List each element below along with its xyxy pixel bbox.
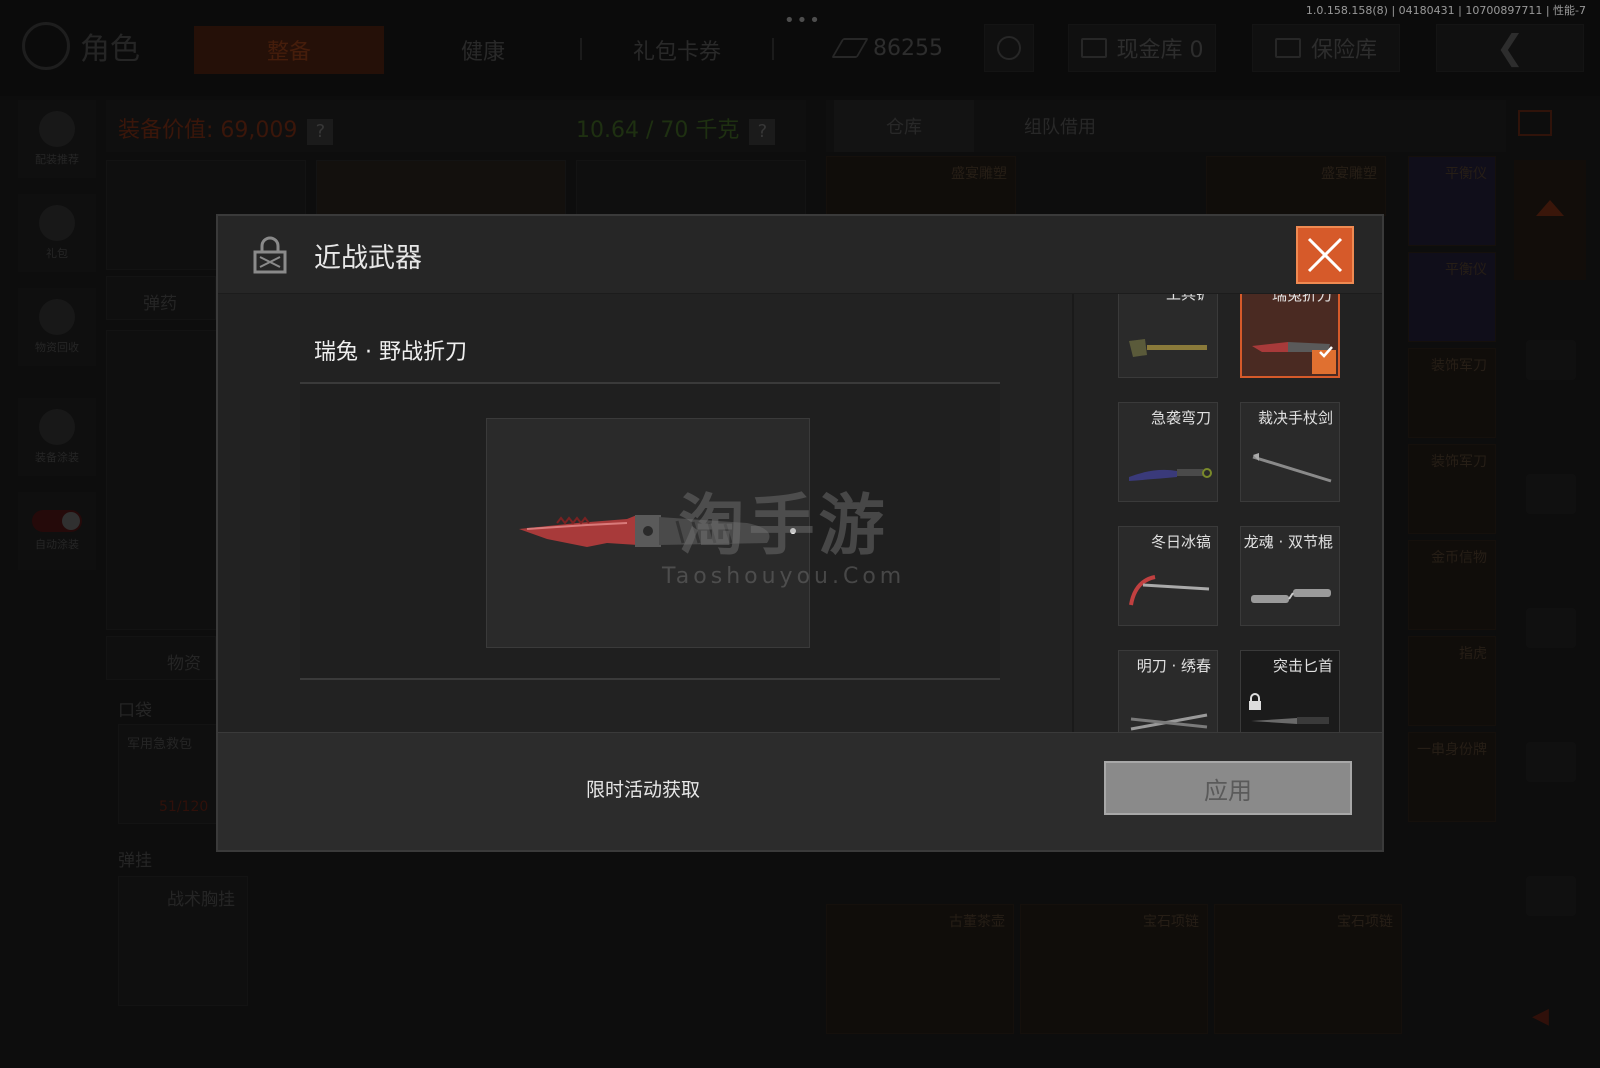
weapon-name: 裁决手杖剑 (1257, 409, 1333, 427)
weapon-cell-raid-machete[interactable]: 急袭弯刀 (1118, 402, 1218, 502)
close-button[interactable] (1296, 226, 1354, 284)
preview-area: 瑞兔 · 野战折刀 淘手游 Taoshouyou.Com (218, 294, 1072, 732)
weapon-cell-shovel[interactable]: 工兵铲 (1118, 294, 1218, 378)
watermark-cn: 淘手游 (678, 487, 889, 564)
watermark-en: Taoshouyou.Com (662, 564, 906, 589)
weapon-name: 工兵铲 (1165, 294, 1211, 303)
twin-blades-icon (1130, 713, 1208, 731)
weapon-name: 瑞兔折刀 (1271, 294, 1332, 304)
weapon-cell-winter-ice-axe[interactable]: 冬日冰镐 (1118, 526, 1218, 626)
modal-title: 近战武器 (314, 243, 422, 274)
weapon-name: 急袭弯刀 (1150, 409, 1211, 427)
selected-item-name: 瑞兔 · 野战折刀 (314, 340, 467, 365)
shovel-icon (1129, 339, 1207, 357)
ice-axe-icon (1129, 575, 1210, 606)
machete-icon (1129, 468, 1212, 481)
weapon-name: 明刀 · 绣春 (1136, 657, 1211, 675)
modal-footer: 限时活动获取 应用 (218, 732, 1382, 850)
weapon-grid: 工兵铲 瑞兔折刀 急袭弯刀 裁决手杖剑 冬日冰镐 龙魂 · 双节棍 明刀 · 绣… (1072, 294, 1382, 732)
apply-button[interactable]: 应用 (1104, 761, 1352, 815)
weapon-name: 冬日冰镐 (1150, 533, 1211, 551)
weapon-cell-dragon-nunchaku[interactable]: 龙魂 · 双节棍 (1240, 526, 1340, 626)
lock-icon (253, 236, 287, 274)
weapon-cell-cane-sword[interactable]: 裁决手杖剑 (1240, 402, 1340, 502)
lock-icon (1249, 693, 1261, 710)
watermark: 淘手游 Taoshouyou.Com (662, 472, 905, 589)
modal-header: 近战武器 (218, 216, 1382, 294)
acquire-text: 限时活动获取 (586, 779, 701, 801)
close-icon (1307, 237, 1343, 273)
preview-frame: 淘手游 Taoshouyou.Com (300, 382, 1000, 680)
melee-weapon-modal: 近战武器 瑞兔 · 野战折刀 淘手游 Taoshouyou.Com 工兵铲 瑞兔… (216, 214, 1384, 852)
cane-sword-icon (1252, 453, 1332, 483)
nunchaku-icon (1251, 589, 1331, 603)
selected-check-icon (1312, 346, 1336, 374)
weapon-cell-assault-dagger[interactable]: 突击匕首 (1240, 650, 1340, 732)
weapon-name: 龙魂 · 双节棍 (1243, 533, 1333, 551)
weapon-name: 突击匕首 (1272, 657, 1333, 675)
weapon-cell-rabbit-folding-knife[interactable]: 瑞兔折刀 (1240, 294, 1340, 378)
weapon-cell-mingdao-xiuchun[interactable]: 明刀 · 绣春 (1118, 650, 1218, 732)
